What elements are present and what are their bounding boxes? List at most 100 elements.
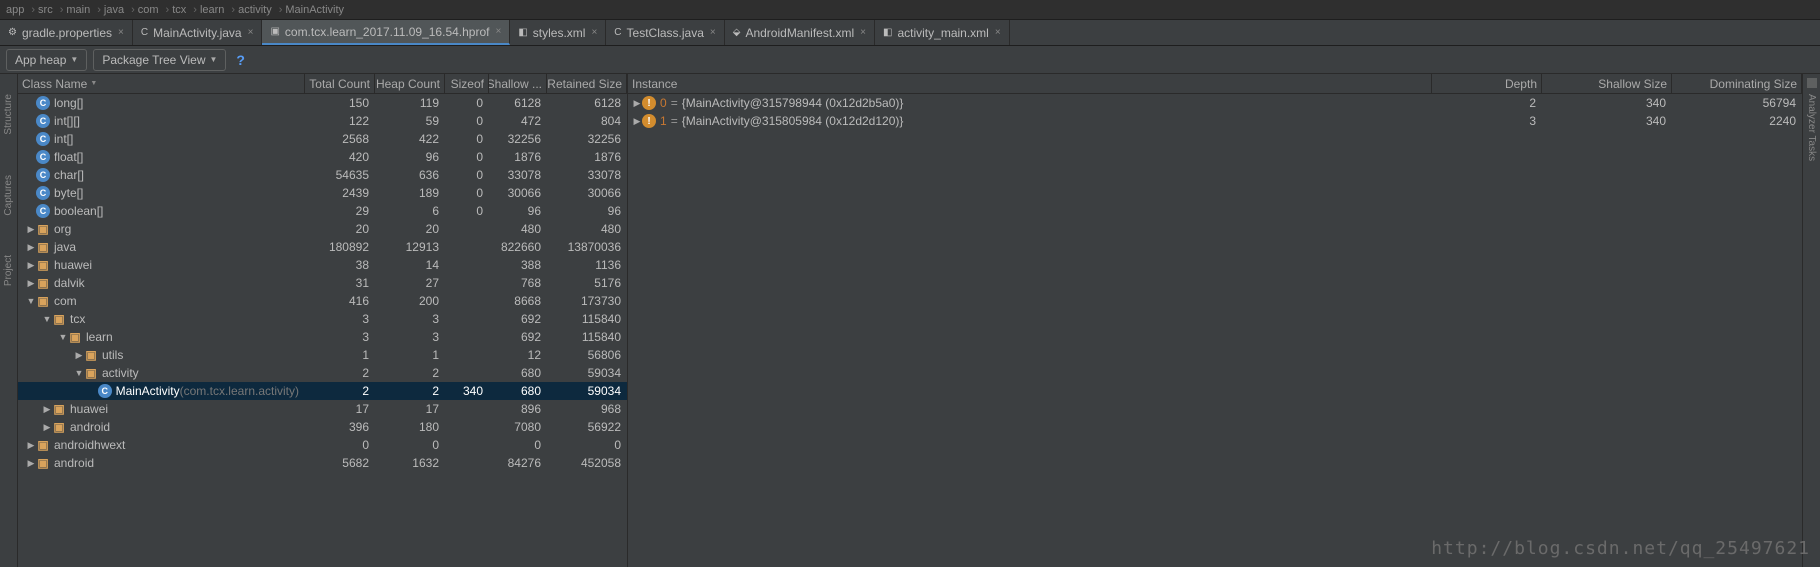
class-tree-row[interactable]: ▶▣utils111256806 [18,346,627,364]
class-tree-row[interactable]: ▶▣androidhwext0000 [18,436,627,454]
package-icon: ▣ [36,258,50,272]
view-select[interactable]: Package Tree View ▼ [93,49,226,71]
close-icon[interactable]: × [118,27,124,38]
close-icon[interactable]: × [995,27,1001,38]
class-tree-row[interactable]: Cchar[]5463563603307833078 [18,166,627,184]
breadcrumb-item[interactable]: com [138,4,159,16]
cell-total: 29 [305,204,375,218]
breadcrumb-item[interactable]: app [6,4,24,16]
cell-shallow: 340 [1542,114,1672,128]
breadcrumb-item[interactable]: tcx [172,4,186,16]
col-total-count[interactable]: Total Count [305,74,375,93]
breadcrumb-item[interactable]: learn [200,4,224,16]
class-tree-row[interactable]: ▼▣com4162008668173730 [18,292,627,310]
class-tree-row[interactable]: Cint[][]122590472804 [18,112,627,130]
class-tree-row[interactable]: CMainActivity (com.tcx.learn.activity)22… [18,382,627,400]
expand-icon[interactable]: ▶ [26,224,36,235]
class-tree-row[interactable]: Cint[]256842203225632256 [18,130,627,148]
instance-row[interactable]: ▶!0={MainActivity@315798944 (0x12d2b5a0)… [628,94,1802,112]
cell-heap: 6 [375,204,445,218]
close-icon[interactable]: × [248,27,254,38]
class-tree-row[interactable]: ▶▣dalvik31277685176 [18,274,627,292]
row-label: tcx [70,312,85,326]
heap-select[interactable]: App heap ▼ [6,49,87,71]
col-instance[interactable]: Instance [628,74,1432,93]
cell-retained: 1136 [547,258,627,272]
col-shallow[interactable]: Shallow ... [489,74,547,93]
analyzer-tasks-icon[interactable] [1807,78,1817,88]
editor-tab[interactable]: ▣com.tcx.learn_2017.11.09_16.54.hprof× [262,20,510,45]
class-tree-row[interactable]: ▶▣android5682163284276452058 [18,454,627,472]
class-tree-row[interactable]: Cboolean[]29609696 [18,202,627,220]
col-depth[interactable]: Depth [1432,74,1542,93]
expand-icon[interactable]: ▼ [74,368,84,378]
cell-sizeof: 0 [445,186,489,200]
instance-rows[interactable]: ▶!0={MainActivity@315798944 (0x12d2b5a0)… [628,94,1802,567]
instance-index: 0 [660,96,667,110]
col-retained[interactable]: Retained Size [547,74,627,93]
editor-tab[interactable]: CTestClass.java× [606,20,724,45]
breadcrumb-item[interactable]: java [104,4,124,16]
expand-icon[interactable]: ▼ [26,296,36,306]
breadcrumb-item[interactable]: activity [238,4,272,16]
expand-icon[interactable]: ▶ [26,458,36,469]
help-icon[interactable]: ? [236,52,245,68]
cell-shallow: 680 [489,366,547,380]
editor-tab[interactable]: ⚙ gradle.properties × [0,20,133,45]
class-tree-row[interactable]: ▶▣android396180708056922 [18,418,627,436]
editor-tab[interactable]: ⬙AndroidManifest.xml× [725,20,875,45]
col-dominating-size[interactable]: Dominating Size [1672,74,1802,93]
expand-icon[interactable]: ▶ [42,404,52,415]
breadcrumb-item[interactable]: MainActivity [285,4,344,16]
class-tree-row[interactable]: ▼▣activity2268059034 [18,364,627,382]
class-tree-row[interactable]: ▶▣huawei1717896968 [18,400,627,418]
col-class-name[interactable]: Class Name ▼ [18,74,305,93]
class-tree-row[interactable]: ▼▣tcx33692115840 [18,310,627,328]
cell-dom: 56794 [1672,96,1802,110]
package-icon: ▣ [36,438,50,452]
editor-tab[interactable]: ◧activity_main.xml× [875,20,1010,45]
tool-window-tab[interactable]: Project [3,255,14,286]
tab-label: gradle.properties [22,26,112,40]
close-icon[interactable]: × [710,27,716,38]
class-tree-row[interactable]: ▶▣huawei38143881136 [18,256,627,274]
cell-shallow: 30066 [489,186,547,200]
cell-depth: 2 [1432,96,1542,110]
expand-icon[interactable]: ▶ [26,440,36,451]
tool-window-tab[interactable]: Captures [3,175,14,216]
class-tree-row[interactable]: ▶▣java1808921291382266013870036 [18,238,627,256]
tool-window-tab[interactable]: Structure [3,94,14,135]
expand-icon[interactable]: ▶ [42,422,52,433]
editor-tab[interactable]: CMainActivity.java× [133,20,263,45]
class-tree-row[interactable]: Cbyte[]243918903006630066 [18,184,627,202]
close-icon[interactable]: × [591,27,597,38]
expand-icon[interactable]: ▼ [58,332,68,342]
expand-icon[interactable]: ▶ [26,242,36,253]
cell-heap: 2 [375,384,445,398]
instance-row[interactable]: ▶!1={MainActivity@315805984 (0x12d2d120)… [628,112,1802,130]
expand-icon[interactable]: ▶ [26,278,36,289]
col-shallow-size[interactable]: Shallow Size [1542,74,1672,93]
expand-icon[interactable]: ▶ [632,116,642,127]
close-icon[interactable]: × [860,27,866,38]
expand-icon[interactable]: ▼ [42,314,52,324]
class-tree-rows[interactable]: Clong[]150119061286128Cint[][]1225904728… [18,94,627,567]
class-tree-row[interactable]: Clong[]150119061286128 [18,94,627,112]
tab-bar: ⚙gradle.properties×CMainActivity.java×▣c… [0,20,1820,46]
expand-icon[interactable]: ▶ [632,98,642,109]
close-icon[interactable]: × [495,26,501,37]
col-sizeof[interactable]: Sizeof [445,74,489,93]
expand-icon[interactable]: ▶ [26,260,36,271]
instance-cell: ▶!1={MainActivity@315805984 (0x12d2d120)… [628,114,1432,128]
breadcrumb-item[interactable]: src [38,4,53,16]
col-heap-count[interactable]: Heap Count [375,74,445,93]
breadcrumb-item[interactable]: main [66,4,90,16]
expand-icon[interactable]: ▶ [74,350,84,361]
class-tree-row[interactable]: ▼▣learn33692115840 [18,328,627,346]
file-type-icon: ⚙ [8,27,17,38]
class-tree-row[interactable]: ▶▣org2020480480 [18,220,627,238]
cell-shallow: 340 [1542,96,1672,110]
editor-tab[interactable]: ◧styles.xml× [510,20,606,45]
analyzer-tasks-label[interactable]: Analyzer Tasks [1806,94,1817,161]
class-tree-row[interactable]: Cfloat[]42096018761876 [18,148,627,166]
